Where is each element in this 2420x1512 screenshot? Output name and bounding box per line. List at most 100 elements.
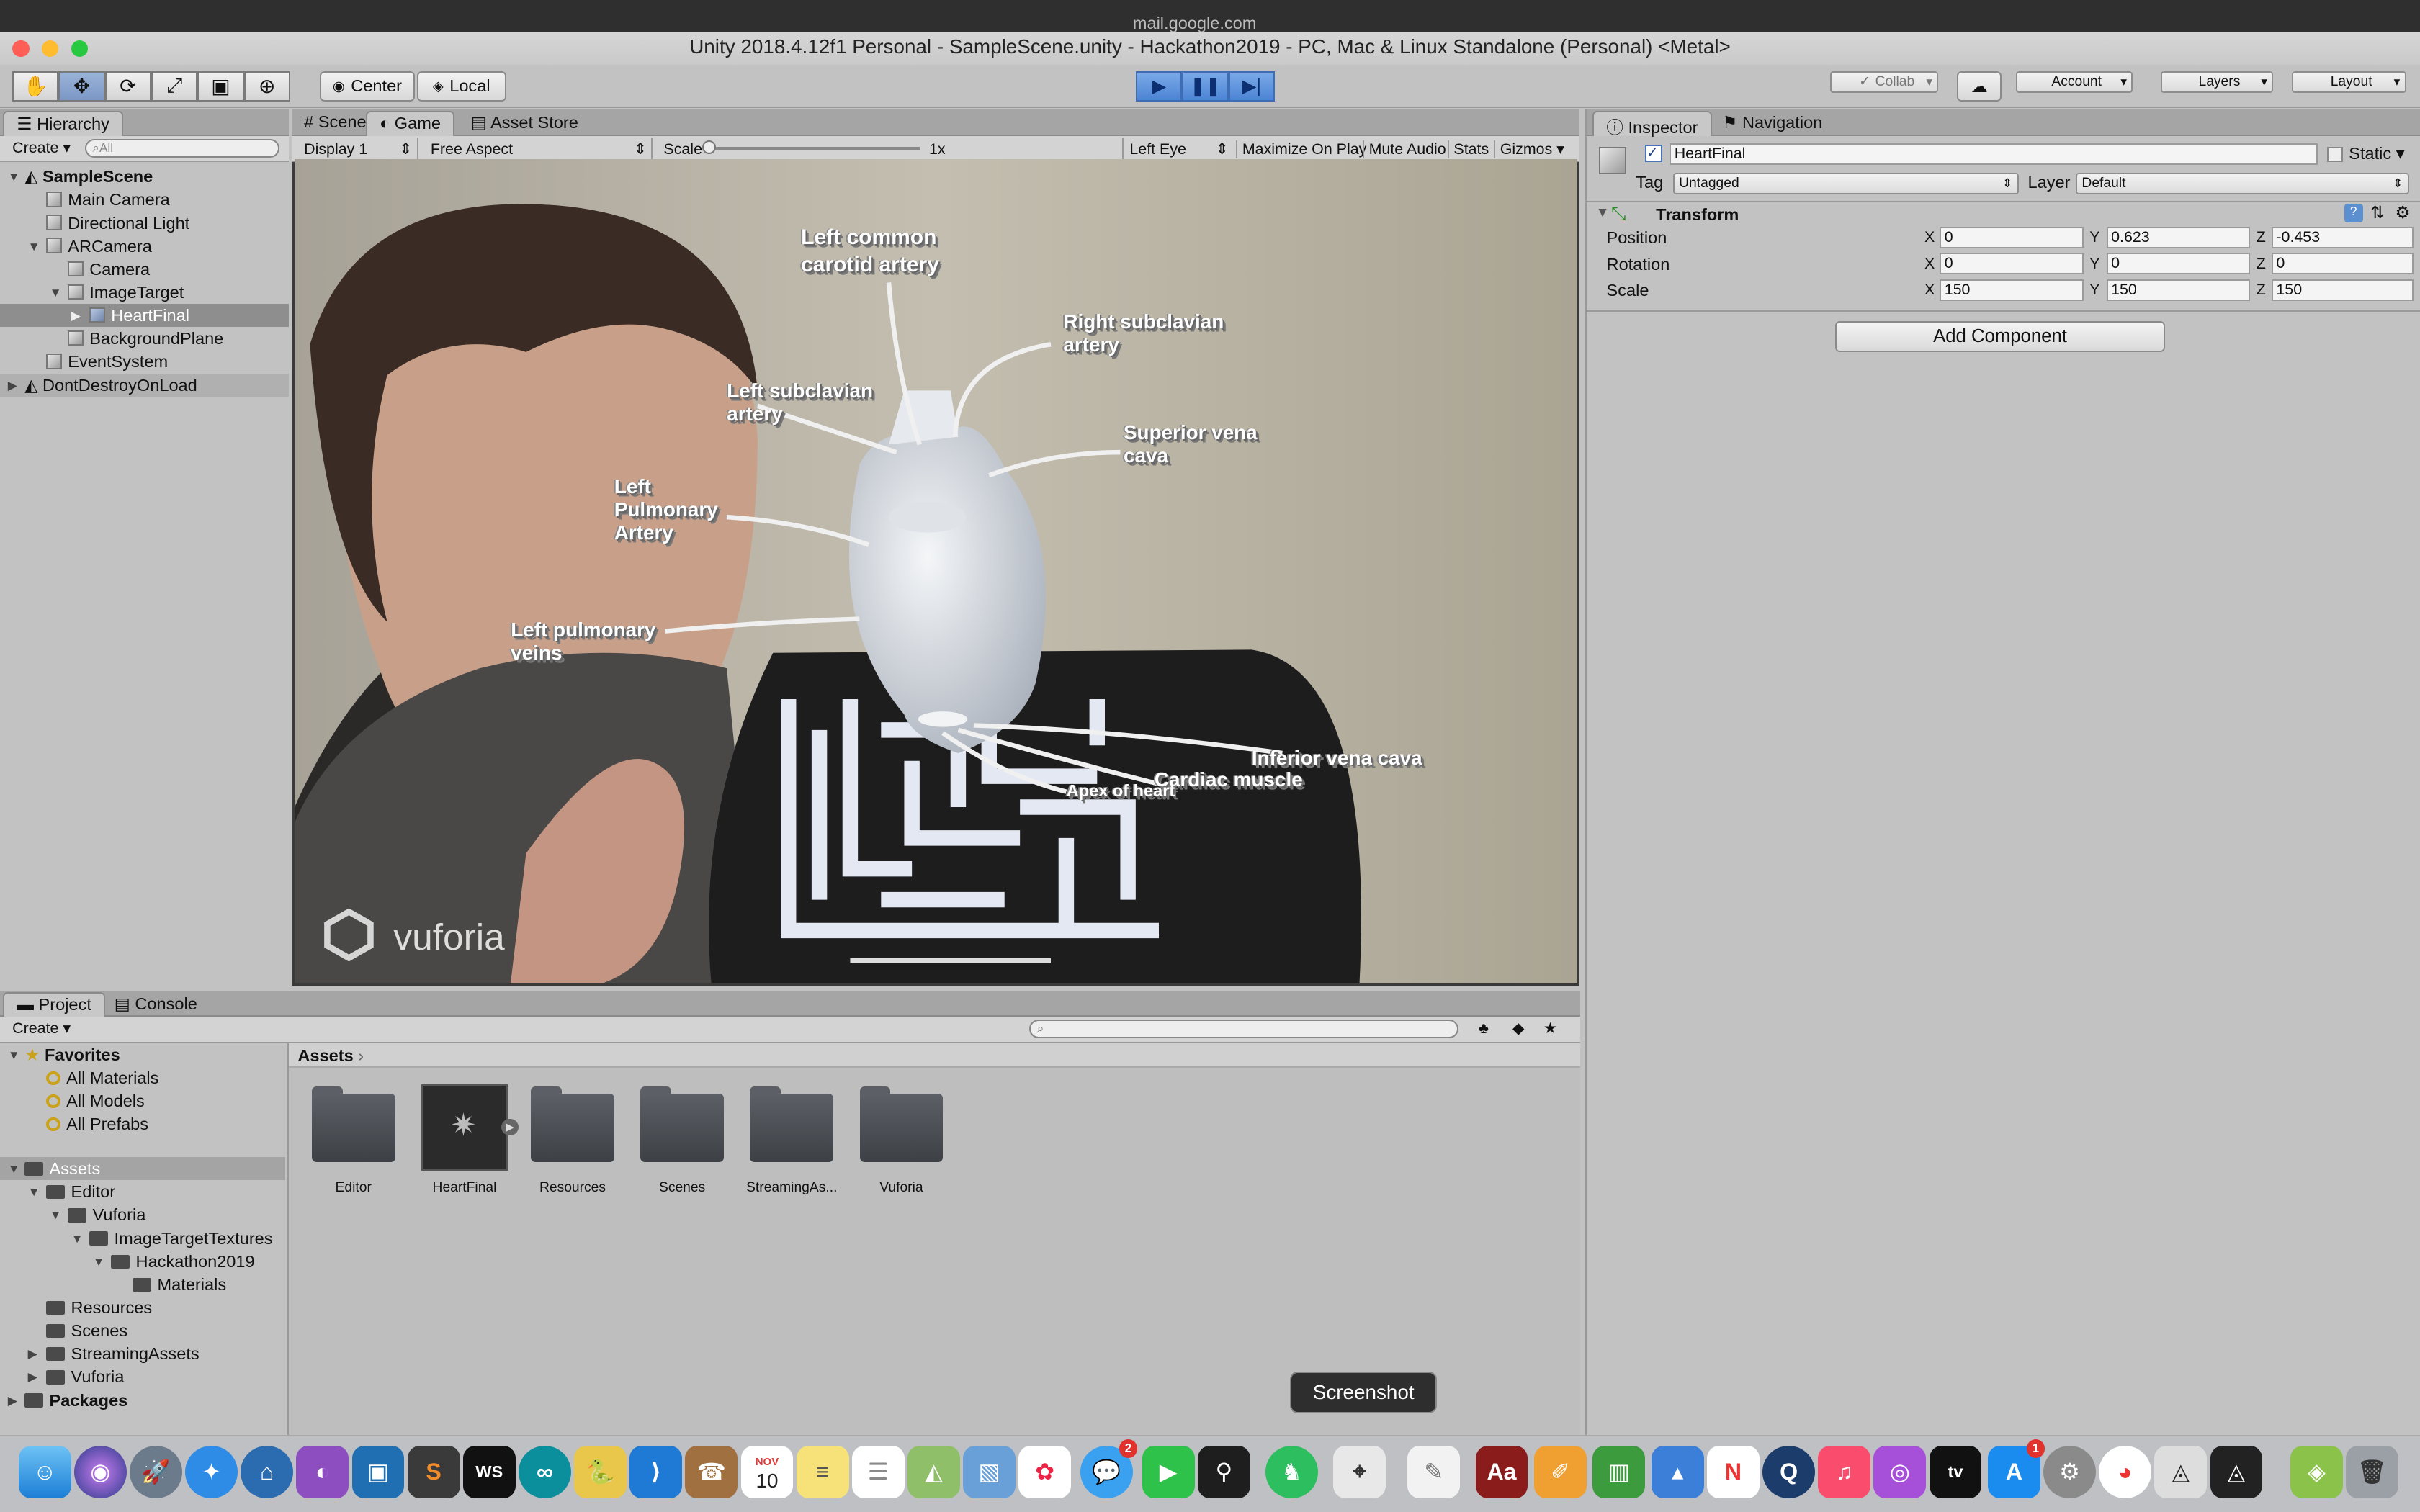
list-item[interactable]: EventSystem bbox=[0, 350, 289, 373]
filter-label-icon[interactable]: ◆ bbox=[1512, 1020, 1524, 1038]
github-desktop-icon[interactable]: ◐ bbox=[296, 1445, 349, 1498]
list-item[interactable]: ▼ Editor bbox=[0, 1180, 285, 1203]
apple-tv-icon[interactable]: tv bbox=[1929, 1445, 1982, 1498]
position-x-field[interactable]: 0 bbox=[1940, 226, 2084, 248]
rect-tool-icon[interactable]: ▣ bbox=[197, 71, 244, 102]
expand-arrow-icon[interactable]: ▶ bbox=[28, 1342, 37, 1365]
expand-arrow-icon[interactable]: ▶ bbox=[28, 1365, 37, 1388]
unity-hub-icon[interactable]: ◬ bbox=[2154, 1445, 2208, 1498]
filter-type-icon[interactable]: ♣ bbox=[1479, 1020, 1489, 1038]
tab-game[interactable]: ◐ Game bbox=[365, 111, 455, 136]
trash-icon[interactable]: 🗑 bbox=[2346, 1445, 2398, 1498]
expand-arrow-icon[interactable]: ▼ bbox=[8, 165, 20, 188]
eye-dropdown[interactable]: Left Eye ⇕ bbox=[1121, 137, 1233, 159]
scale-y-field[interactable]: 150 bbox=[2106, 279, 2251, 301]
space-local-button[interactable]: ◈ Local bbox=[416, 71, 506, 102]
rotation-z-field[interactable]: 0 bbox=[2272, 253, 2414, 275]
list-item[interactable]: Main Camera bbox=[0, 188, 289, 211]
list-item[interactable]: BackgroundPlane bbox=[0, 327, 289, 350]
list-item[interactable]: ▶ Packages bbox=[0, 1389, 285, 1412]
mute-audio-toggle[interactable]: Mute Audio bbox=[1363, 140, 1446, 158]
list-item[interactable]: ▼ ◭ SampleScene bbox=[0, 165, 289, 188]
expand-arrow-icon[interactable]: ▶ bbox=[71, 304, 81, 327]
expand-arrow-icon[interactable]: ▼ bbox=[93, 1250, 105, 1273]
safari-icon[interactable]: ✦ bbox=[185, 1445, 238, 1498]
layers-dropdown[interactable]: Layers bbox=[2161, 71, 2274, 93]
asset-prefab-heartfinal[interactable]: ✷ ▶ HeartFinal bbox=[417, 1084, 519, 1196]
list-item[interactable]: Camera bbox=[0, 258, 289, 281]
tab-inspector[interactable]: ⓘ Inspector bbox=[1592, 111, 1712, 137]
screenshot-icon[interactable]: ⌖ bbox=[1333, 1445, 1386, 1498]
asset-folder-editor[interactable]: Editor bbox=[305, 1084, 401, 1196]
dictionary-icon[interactable]: Aa bbox=[1475, 1445, 1528, 1498]
list-item[interactable]: ▶ StreamingAssets bbox=[0, 1342, 285, 1365]
position-z-field[interactable]: -0.453 bbox=[2272, 226, 2414, 248]
expand-arrow-icon[interactable]: ▶ bbox=[8, 374, 17, 397]
play-button[interactable]: ▶ bbox=[1136, 71, 1183, 102]
reminders-icon[interactable]: ☰ bbox=[851, 1445, 905, 1498]
help-icon[interactable]: ? bbox=[2344, 203, 2363, 222]
hierarchy-search-input[interactable]: ⌕All bbox=[84, 138, 279, 158]
move-tool-icon[interactable]: ✥ bbox=[58, 71, 105, 102]
webstorm-icon[interactable]: WS bbox=[462, 1445, 516, 1498]
pages-icon[interactable]: ✐ bbox=[1534, 1445, 1587, 1498]
pause-button[interactable]: ❚❚ bbox=[1182, 71, 1229, 102]
cloud-button[interactable]: ☁ bbox=[1957, 71, 2002, 102]
maps-icon[interactable]: ◭ bbox=[908, 1445, 960, 1498]
asset-folder-vuforia[interactable]: Vuforia bbox=[853, 1084, 949, 1196]
music-icon[interactable]: ♫ bbox=[1818, 1445, 1871, 1498]
list-item-selected[interactable]: ▶ HeartFinal bbox=[0, 304, 289, 328]
step-button[interactable]: ▶| bbox=[1228, 71, 1275, 102]
add-component-button[interactable]: Add Component bbox=[1834, 320, 2166, 352]
photos-icon[interactable]: ✿ bbox=[1018, 1445, 1072, 1498]
list-item[interactable]: ▶ ◭ DontDestroyOnLoad bbox=[0, 373, 289, 397]
asset-folder-scenes[interactable]: Scenes bbox=[635, 1084, 730, 1196]
transform-tool-icon[interactable]: ⊕ bbox=[243, 71, 290, 102]
messages-icon[interactable]: 💬 2 bbox=[1080, 1439, 1138, 1498]
expand-arrow-icon[interactable]: ▼ bbox=[50, 1203, 62, 1226]
facetime-icon[interactable]: ▶ bbox=[1142, 1445, 1195, 1498]
list-item[interactable]: ▼ ImageTargetTextures bbox=[0, 1227, 285, 1250]
aspect-dropdown[interactable]: Free Aspect ⇕ bbox=[424, 137, 653, 159]
scale-z-field[interactable]: 150 bbox=[2272, 279, 2414, 301]
finder-icon[interactable]: ☺ bbox=[18, 1445, 71, 1498]
scrollbar-app-icon[interactable]: ▣ bbox=[351, 1445, 405, 1498]
keynote-icon[interactable]: ▴ bbox=[1651, 1445, 1704, 1498]
game-viewport[interactable]: Left common carotid artery Right subclav… bbox=[295, 158, 1577, 983]
gizmos-dropdown[interactable]: Gizmos ▾ bbox=[1494, 140, 1564, 158]
account-dropdown[interactable]: Account bbox=[2015, 71, 2133, 93]
podcasts-icon[interactable]: ◎ bbox=[1873, 1445, 1927, 1498]
arduino-icon[interactable]: ∞ bbox=[519, 1445, 571, 1498]
expand-prefab-icon[interactable]: ▶ bbox=[501, 1118, 519, 1136]
scale-tool-icon[interactable]: ⤢ bbox=[151, 71, 198, 102]
project-create-button[interactable]: Create ▾ bbox=[12, 1020, 71, 1038]
expand-arrow-icon[interactable]: ▼ bbox=[71, 1227, 84, 1250]
list-item[interactable]: Resources bbox=[0, 1296, 285, 1319]
expand-arrow-icon[interactable]: ▼ bbox=[28, 235, 40, 258]
scale-slider-handle[interactable] bbox=[702, 140, 717, 155]
system-preferences-icon[interactable]: ⚙ bbox=[2043, 1445, 2096, 1498]
tab-project[interactable]: ▬ Project bbox=[3, 991, 106, 1017]
expand-arrow-icon[interactable]: ▼ bbox=[28, 1180, 40, 1203]
siri-icon[interactable]: ◉ bbox=[73, 1445, 127, 1498]
sublime-text-icon[interactable]: S bbox=[407, 1445, 460, 1498]
notes-icon[interactable]: ≡ bbox=[796, 1445, 849, 1498]
launchpad-icon[interactable]: 🚀 bbox=[130, 1445, 182, 1498]
quicktime-icon[interactable]: Q bbox=[1762, 1445, 1815, 1498]
list-item[interactable]: All Models bbox=[0, 1089, 285, 1112]
list-item[interactable]: All Materials bbox=[0, 1066, 285, 1089]
kindle-icon[interactable]: ⚲ bbox=[1197, 1445, 1250, 1498]
evernote-icon[interactable]: ♞ bbox=[1265, 1445, 1318, 1498]
list-item[interactable]: Materials bbox=[0, 1273, 285, 1296]
android-studio-icon[interactable]: ◈ bbox=[2290, 1445, 2343, 1498]
expand-arrow-icon[interactable]: ▶ bbox=[8, 1389, 17, 1412]
tab-asset-store[interactable]: ▤ Asset Store bbox=[458, 111, 591, 135]
breadcrumb[interactable]: Assets › bbox=[288, 1043, 1581, 1068]
active-checkbox[interactable]: ✓ bbox=[1645, 145, 1662, 162]
tab-navigation[interactable]: ⚑ Navigation bbox=[1710, 111, 1834, 135]
list-item[interactable]: ▼ Hackathon2019 bbox=[0, 1250, 285, 1273]
list-item[interactable]: Scenes bbox=[0, 1319, 285, 1342]
tag-dropdown[interactable]: Untagged bbox=[1672, 172, 2019, 194]
maximize-on-play-toggle[interactable]: Maximize On Play bbox=[1236, 140, 1366, 158]
tab-console[interactable]: ▤ Console bbox=[102, 992, 210, 1017]
